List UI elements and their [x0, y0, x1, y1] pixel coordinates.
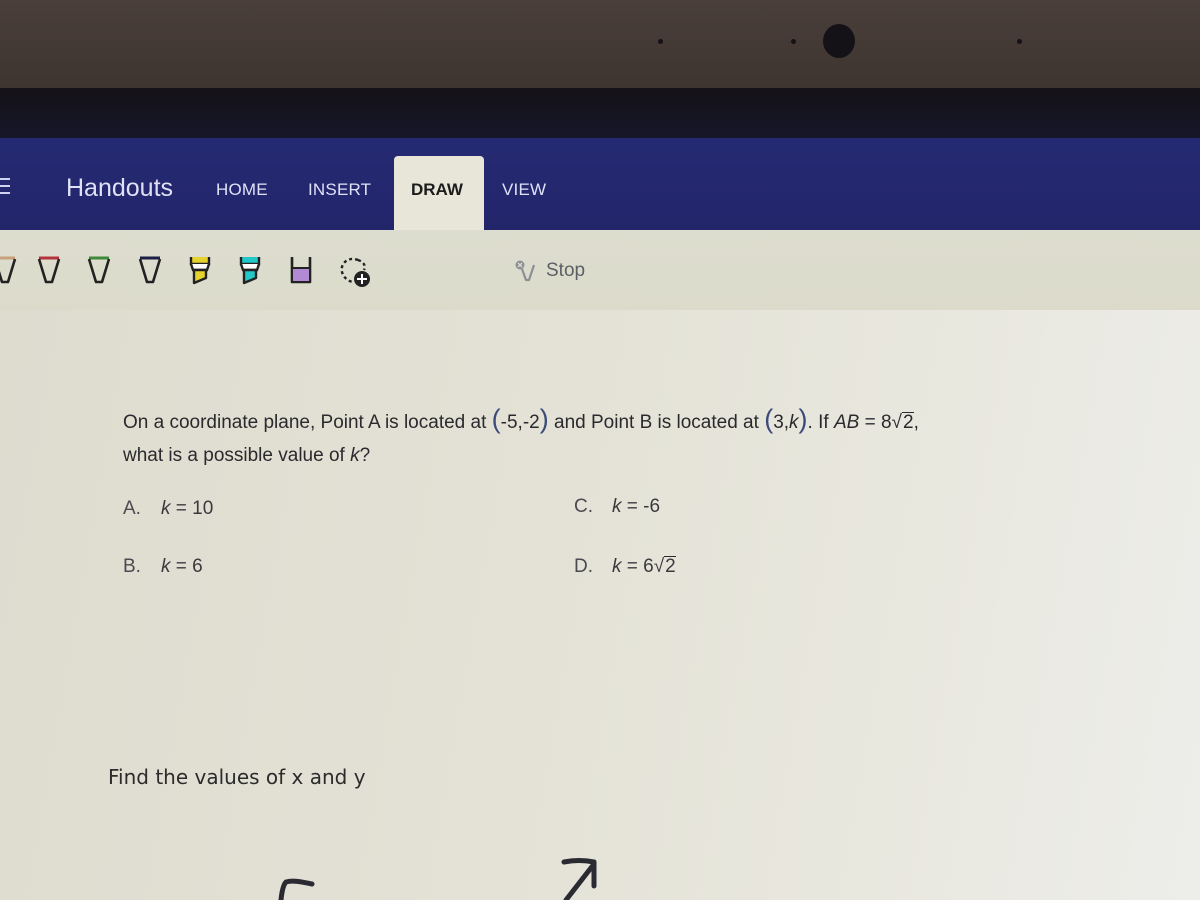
stop-ink-icon — [515, 260, 536, 282]
ink-stroke-arrow-right — [561, 858, 597, 900]
choice-b[interactable]: B. k = 6 — [123, 556, 203, 578]
sensor-dot — [1017, 39, 1022, 44]
screen-top-edge — [0, 88, 1200, 138]
tab-draw-label: DRAW — [411, 180, 463, 199]
highlighter-icon[interactable] — [237, 252, 263, 290]
lasso-select-icon[interactable] — [338, 252, 374, 290]
question-text: On a coordinate plane, Point A is locate… — [123, 403, 1193, 472]
pen-icon[interactable] — [137, 252, 163, 290]
draw-toolbar — [0, 230, 1200, 310]
point-a-coords: -5,-2 — [500, 412, 540, 433]
highlighter-icon[interactable] — [187, 252, 213, 290]
stop-label: Stop — [546, 260, 586, 281]
pen-icon[interactable] — [36, 252, 62, 290]
sensor-dot — [658, 39, 663, 44]
sqrt-icon: √ — [891, 412, 902, 433]
ink-stroke-arrow-left — [278, 878, 315, 900]
tab-draw[interactable]: DRAW — [394, 156, 484, 234]
app-title: Handouts — [66, 174, 174, 202]
point-b-coords: 3, — [773, 412, 790, 433]
stop-inking-button[interactable]: Stop — [514, 256, 585, 286]
pen-icon[interactable] — [86, 252, 112, 290]
tab-view[interactable]: VIEW — [502, 180, 546, 200]
choice-d[interactable]: D. k = 6√2 — [574, 556, 676, 578]
hamburger-menu-icon[interactable] — [0, 178, 10, 199]
question-line-2: what is a possible value of k? — [123, 445, 371, 466]
highlighter-icon[interactable] — [288, 252, 314, 290]
choice-c[interactable]: C. k = -6 — [574, 496, 660, 518]
handout-page — [0, 310, 1200, 900]
question-line-1: On a coordinate plane, Point A is locate… — [123, 404, 919, 434]
choice-a[interactable]: A. k = 10 — [123, 498, 213, 520]
device-bezel — [0, 0, 1200, 88]
pen-icon[interactable] — [0, 252, 18, 290]
tab-home[interactable]: HOME — [216, 180, 268, 200]
ab-label: AB — [833, 412, 860, 433]
second-prompt: Find the values of x and y — [108, 765, 366, 789]
ribbon-header — [0, 138, 1200, 230]
camera-icon — [823, 24, 855, 58]
tab-insert[interactable]: INSERT — [308, 180, 371, 200]
sqrt-icon: √ — [653, 556, 665, 577]
sensor-dot — [791, 39, 796, 44]
